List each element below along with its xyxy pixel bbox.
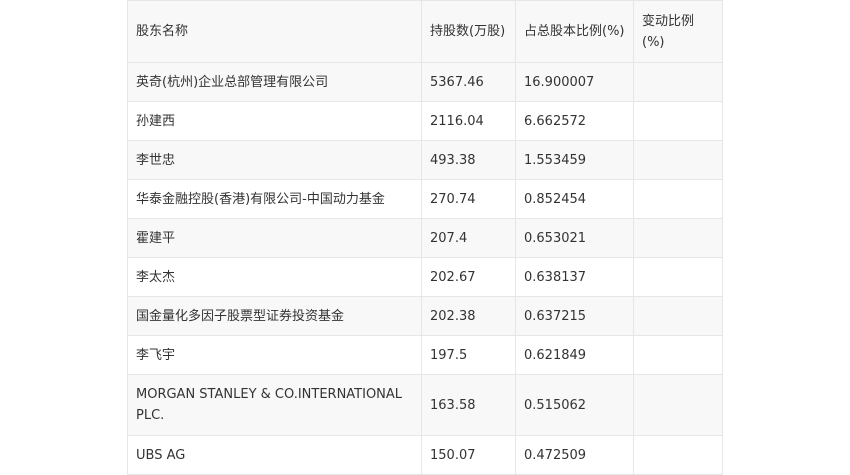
table-row: 李飞宇 197.5 0.621849 xyxy=(127,335,723,375)
shareholder-table-container: 股东名称 持股数(万股) 占总股本比例(%) 变动比例(%) 英奇(杭州)企业总… xyxy=(127,0,723,475)
cell-shareholder-name: UBS AG xyxy=(127,435,422,475)
cell-shareholder-name: 孙建西 xyxy=(127,101,422,141)
header-shareholder-name: 股东名称 xyxy=(127,0,422,63)
cell-shareholder-name: 李飞宇 xyxy=(127,335,422,375)
cell-shareholder-name: 李太杰 xyxy=(127,257,422,297)
cell-shares: 150.07 xyxy=(421,435,516,475)
cell-shares: 202.67 xyxy=(421,257,516,297)
cell-shares: 5367.46 xyxy=(421,62,516,102)
cell-shares: 2116.04 xyxy=(421,101,516,141)
cell-change xyxy=(633,140,723,180)
table-row: 孙建西 2116.04 6.662572 xyxy=(127,101,723,141)
cell-shareholder-name: 英奇(杭州)企业总部管理有限公司 xyxy=(127,62,422,102)
cell-change xyxy=(633,101,723,141)
cell-change xyxy=(633,257,723,297)
cell-change xyxy=(633,335,723,375)
cell-shares: 207.4 xyxy=(421,218,516,258)
cell-ratio: 0.638137 xyxy=(515,257,634,297)
cell-shares: 493.38 xyxy=(421,140,516,180)
table-row: 霍建平 207.4 0.653021 xyxy=(127,218,723,258)
cell-ratio: 6.662572 xyxy=(515,101,634,141)
cell-ratio: 0.637215 xyxy=(515,296,634,336)
cell-change xyxy=(633,435,723,475)
shareholder-table: 股东名称 持股数(万股) 占总股本比例(%) 变动比例(%) 英奇(杭州)企业总… xyxy=(127,0,723,475)
cell-shareholder-name: 霍建平 xyxy=(127,218,422,258)
cell-ratio: 0.621849 xyxy=(515,335,634,375)
cell-ratio: 0.653021 xyxy=(515,218,634,258)
table-row: 英奇(杭州)企业总部管理有限公司 5367.46 16.900007 xyxy=(127,62,723,102)
table-row: UBS AG 150.07 0.472509 xyxy=(127,435,723,475)
cell-shares: 197.5 xyxy=(421,335,516,375)
table-row: 李太杰 202.67 0.638137 xyxy=(127,257,723,297)
cell-change xyxy=(633,62,723,102)
cell-shares: 163.58 xyxy=(421,374,516,436)
table-header-row: 股东名称 持股数(万股) 占总股本比例(%) 变动比例(%) xyxy=(127,0,723,63)
cell-shares: 270.74 xyxy=(421,179,516,219)
cell-ratio: 1.553459 xyxy=(515,140,634,180)
cell-ratio: 16.900007 xyxy=(515,62,634,102)
cell-change xyxy=(633,218,723,258)
table-row: 华泰金融控股(香港)有限公司-中国动力基金 270.74 0.852454 xyxy=(127,179,723,219)
cell-shareholder-name: MORGAN STANLEY & CO.INTERNATIONAL PLC. xyxy=(127,374,422,436)
table-row: MORGAN STANLEY & CO.INTERNATIONAL PLC. 1… xyxy=(127,374,723,436)
cell-change xyxy=(633,374,723,436)
table-row: 李世忠 493.38 1.553459 xyxy=(127,140,723,180)
cell-ratio: 0.515062 xyxy=(515,374,634,436)
cell-shares: 202.38 xyxy=(421,296,516,336)
cell-ratio: 0.852454 xyxy=(515,179,634,219)
cell-ratio: 0.472509 xyxy=(515,435,634,475)
header-ratio: 占总股本比例(%) xyxy=(515,0,634,63)
cell-shareholder-name: 李世忠 xyxy=(127,140,422,180)
header-change: 变动比例(%) xyxy=(633,0,723,63)
table-row: 国金量化多因子股票型证券投资基金 202.38 0.637215 xyxy=(127,296,723,336)
header-shares: 持股数(万股) xyxy=(421,0,516,63)
cell-change xyxy=(633,296,723,336)
cell-change xyxy=(633,179,723,219)
cell-shareholder-name: 国金量化多因子股票型证券投资基金 xyxy=(127,296,422,336)
cell-shareholder-name: 华泰金融控股(香港)有限公司-中国动力基金 xyxy=(127,179,422,219)
